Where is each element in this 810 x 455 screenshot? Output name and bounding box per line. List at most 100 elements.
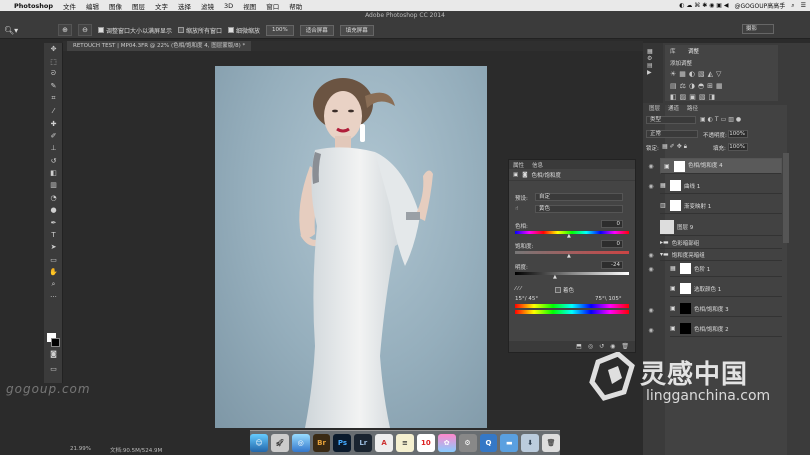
lightness-value[interactable]: -24 [601, 261, 623, 269]
menu-select[interactable]: 选择 [178, 1, 191, 11]
eye-icon[interactable]: ◉ [646, 183, 656, 195]
dodge-tool-icon[interactable]: ● [44, 204, 63, 216]
layer-row[interactable]: ▣ 色相/饱和度 3 [670, 301, 782, 317]
move-tool-icon[interactable]: ✥ [44, 43, 63, 55]
background-color-swatch[interactable] [51, 338, 60, 347]
eraser-tool-icon[interactable]: ◧ [44, 167, 63, 179]
shape-tool-icon[interactable]: ▭ [44, 254, 63, 266]
document-canvas-image[interactable] [215, 66, 487, 428]
menu-help[interactable]: 帮助 [289, 1, 302, 11]
eye-icon[interactable]: ◉ [646, 266, 656, 278]
menu-type[interactable]: 文字 [155, 1, 168, 11]
healing-tool-icon[interactable]: ✚ [44, 117, 63, 129]
zoom-tool-icon[interactable]: ⌕ [44, 278, 63, 290]
list-icon[interactable]: ☰ [801, 2, 806, 9]
layer-group-row[interactable]: ▾▬ 饱和度亮暗组 [660, 249, 782, 261]
folder-icon[interactable]: ▬ [500, 434, 519, 452]
lightness-slider[interactable] [515, 272, 629, 275]
pen-tool-icon[interactable]: ✒ [44, 216, 63, 228]
hue-value[interactable]: 0 [601, 220, 623, 228]
adjustment-icons-row-3[interactable]: ◧▨▣▧◨ [670, 93, 718, 101]
hue-slider-handle[interactable]: ▲ [567, 233, 571, 239]
menu-window[interactable]: 窗口 [266, 1, 279, 11]
reset-icon[interactable]: ↺ [599, 343, 604, 350]
notes-icon[interactable]: ≡ [396, 434, 414, 452]
history-brush-icon[interactable]: ↺ [44, 155, 63, 167]
screen-mode-icon[interactable]: ▭ [44, 363, 63, 375]
type-tool-icon[interactable]: T [44, 229, 63, 241]
color-range-bar-bottom[interactable] [515, 310, 629, 314]
blend-mode-select[interactable]: 正常 [646, 130, 698, 138]
saturation-value[interactable]: 0 [601, 240, 623, 248]
tab-paths[interactable]: 路径 [687, 104, 698, 113]
tab-libraries[interactable]: 库 [670, 47, 676, 55]
app-menu[interactable]: Photoshop [14, 2, 53, 10]
tab-info[interactable]: 信息 [532, 161, 543, 169]
layer-group-row[interactable]: ▸▬ 色彩暗部组 [660, 237, 782, 249]
tab-properties[interactable]: 属性 [513, 161, 524, 169]
eye-icon[interactable]: ◉ [646, 307, 656, 319]
saturation-slider[interactable] [515, 251, 629, 254]
search-icon[interactable]: ⌕ [791, 2, 794, 10]
more-tools-icon[interactable]: ··· [44, 291, 63, 303]
lock-icons[interactable]: ▦✐✥🔒︎ [662, 143, 689, 151]
adjustment-icons-row-2[interactable]: ▤⚖◑◓⊞▦ [670, 82, 726, 90]
calendar-icon[interactable]: 10 [416, 434, 435, 452]
menu-3d[interactable]: 3D [224, 2, 233, 10]
user-name[interactable]: @GOGOUP高高手 [734, 1, 785, 10]
fill-screen-button[interactable]: 填充屏幕 [339, 24, 374, 36]
layer-row[interactable]: ▦ 曲线 1 [660, 178, 782, 194]
zoom-all-checkbox[interactable]: 缩放所有窗口 [178, 26, 222, 35]
zoom-tool-icon[interactable]: 🔍︎▾ [4, 23, 34, 37]
menu-file[interactable]: 文件 [63, 1, 76, 11]
finder-icon[interactable]: ☺ [250, 434, 268, 452]
resize-windows-checkbox[interactable]: 调整窗口大小以满屏显示 [98, 26, 172, 35]
quick-select-tool-icon[interactable]: ✎ [44, 80, 63, 92]
layer-row[interactable]: ▦ 色阶 1 [670, 261, 782, 277]
tab-channels[interactable]: 通道 [668, 104, 679, 113]
target-hand-icon[interactable]: ☝ [515, 206, 518, 212]
clip-icon[interactable]: ⬒ [576, 343, 582, 350]
eye-icon[interactable] [646, 286, 656, 298]
workspace-select[interactable]: 摄影 [742, 24, 774, 34]
layer-row[interactable]: 图层 9 [660, 218, 782, 236]
layer-row[interactable]: ▥ 渐变映射 1 [660, 198, 782, 214]
layer-filter-icons[interactable]: ▣◐T▭▥● [700, 116, 743, 123]
stamp-tool-icon[interactable]: ⊥ [44, 142, 63, 154]
menu-filter[interactable]: 滤镜 [201, 1, 214, 11]
hand-tool-icon[interactable]: ✋ [44, 266, 63, 278]
100-percent-button[interactable]: 100% [266, 24, 294, 36]
tab-adjustments[interactable]: 调整 [688, 47, 699, 55]
zoom-out-icon[interactable]: ⊖ [78, 24, 92, 36]
lightness-slider-handle[interactable]: ▲ [553, 274, 557, 280]
zoom-in-icon[interactable]: ⊕ [58, 24, 72, 36]
status-icons[interactable]: ◐ ☁ ⌘ ✱ ◉ ▣ ◀ [679, 2, 728, 9]
eyedropper-tool-icon[interactable]: ⁄ [44, 105, 63, 117]
menu-layer[interactable]: 图层 [132, 1, 145, 11]
layer-filter-select[interactable]: 类型 [646, 116, 696, 124]
app-store-icon[interactable]: A [375, 434, 394, 452]
preset-select[interactable]: 自定 [535, 193, 623, 201]
eye-icon[interactable]: ◉ [646, 252, 656, 264]
eye-icon[interactable] [646, 224, 656, 236]
eyedropper-icons[interactable]: ⁄ ⁄ ⁄ [515, 286, 521, 292]
mask-icon[interactable]: ◙ [522, 172, 527, 178]
menu-edit[interactable]: 编辑 [86, 1, 99, 11]
layer-row[interactable]: ▣ 色相/饱和度 2 [670, 321, 782, 337]
brush-tool-icon[interactable]: ✐ [44, 130, 63, 142]
zoom-level[interactable]: 21.99% [70, 446, 91, 452]
hue-slider[interactable] [515, 231, 629, 234]
quicktime-icon[interactable]: Q [479, 434, 498, 452]
layer-row[interactable]: ▣ 色相/饱和度 4 [660, 158, 782, 174]
safari-icon[interactable]: ◎ [291, 434, 310, 452]
eye-icon[interactable]: ◉ [646, 327, 656, 339]
path-select-tool-icon[interactable]: ➤ [44, 241, 63, 253]
visibility-icon[interactable]: ◉ [610, 343, 615, 350]
blur-tool-icon[interactable]: ◔ [44, 192, 63, 204]
collapsed-panel-icons[interactable]: ▦ ⚙ ▤ ▶ [647, 48, 653, 76]
menu-view[interactable]: 视图 [243, 1, 256, 11]
trash-icon[interactable]: 🗑︎ [542, 434, 560, 452]
launchpad-icon[interactable]: 🚀︎ [270, 434, 289, 452]
lasso-tool-icon[interactable]: ᘐ [44, 68, 63, 80]
fit-screen-button[interactable]: 适合屏幕 [299, 24, 334, 36]
